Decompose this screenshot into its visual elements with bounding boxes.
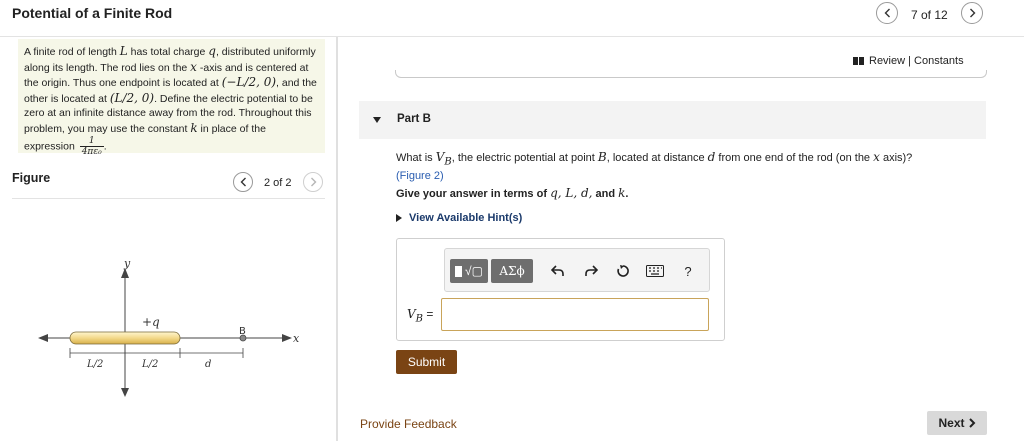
subscript-b: B	[415, 313, 424, 325]
chevron-right-icon	[310, 177, 316, 187]
x-axis-arrow-left	[38, 334, 48, 342]
figure-pager: 2 of 2	[264, 177, 292, 189]
templates-button[interactable]: √▢	[450, 259, 488, 283]
review-constants-link[interactable]: Review | Constants	[853, 55, 964, 67]
caret-down-icon	[373, 117, 381, 123]
math-vb: VB	[435, 150, 452, 168]
undo-icon	[551, 265, 564, 276]
math-x: x	[190, 59, 197, 74]
collapsed-panel-edge	[395, 70, 987, 78]
problem-text: A finite rod of length	[24, 46, 120, 58]
dim-d-label: d	[205, 359, 211, 370]
chevron-left-icon	[240, 177, 246, 187]
symbols-button[interactable]: ΑΣϕ	[491, 259, 533, 283]
template-box-icon	[455, 265, 463, 277]
figure-separator	[12, 198, 325, 199]
question-part: , the electric potential at point	[451, 152, 598, 164]
reset-icon	[617, 265, 629, 277]
reset-button[interactable]	[613, 261, 633, 281]
submit-button[interactable]: Submit	[396, 350, 457, 374]
pane-divider	[336, 37, 338, 441]
subscript-b: B	[444, 156, 452, 168]
book-icon	[853, 57, 864, 65]
rod-diagram: y x +q B L/2 L/2 d	[38, 257, 300, 397]
instructions-text: and	[592, 188, 619, 200]
figure-label: Figure	[12, 171, 51, 185]
problem-text: has total charge	[127, 46, 209, 58]
next-button[interactable]: Next	[927, 411, 987, 435]
instructions-text: .	[625, 188, 629, 200]
review-constants-label: Review | Constants	[869, 55, 964, 67]
x-axis-arrow-right	[282, 334, 292, 342]
math-endpoint-left: (−L/2, 0)	[221, 75, 277, 89]
question-part: What is	[396, 152, 436, 164]
top-bar: Potential of a Finite Rod 7 of 12	[0, 0, 1024, 37]
figure-prev-button[interactable]	[233, 172, 253, 192]
redo-icon	[585, 265, 598, 276]
chevron-right-icon	[969, 8, 975, 18]
question-part: axis)?	[879, 152, 913, 164]
question-part: from one end of the rod (on the	[715, 152, 874, 164]
question-text: What is VB, the electric potential at po…	[396, 150, 996, 183]
math-toolbar: √▢ ΑΣϕ ?	[444, 248, 710, 292]
instructions-text: Give your answer in terms of	[396, 188, 551, 200]
provide-feedback-link[interactable]: Provide Feedback	[360, 417, 457, 431]
keyboard-button[interactable]	[645, 261, 665, 281]
help-button[interactable]: ?	[678, 261, 698, 281]
math-k: k	[190, 120, 198, 135]
answer-panel: √▢ ΑΣϕ ? VB =	[396, 238, 725, 341]
charged-rod	[69, 331, 181, 345]
caret-right-icon	[396, 214, 402, 222]
vb-label: VB =	[407, 307, 433, 324]
part-label: Part B	[397, 113, 431, 125]
x-axis-label: x	[293, 332, 300, 345]
charge-label: +q	[142, 315, 160, 329]
math-B: B	[597, 150, 607, 164]
templates-label: √▢	[465, 264, 483, 278]
figure-next-button[interactable]	[303, 172, 323, 192]
prev-item-button[interactable]	[876, 2, 898, 24]
equals-sign: =	[423, 307, 434, 321]
math-L: L	[119, 44, 128, 58]
dim-right-label: L/2	[141, 359, 158, 370]
math-vars: q, L, d,	[550, 186, 593, 200]
part-b-header[interactable]: Part B	[359, 101, 986, 139]
math-q: q	[208, 44, 216, 58]
math-x: x	[873, 150, 880, 164]
point-b-label: B	[239, 326, 246, 337]
math-fraction: 1 4πε₀	[79, 136, 104, 157]
item-pager: 7 of 12	[911, 8, 948, 22]
chevron-left-icon	[884, 8, 890, 18]
hints-label: View Available Hint(s)	[409, 212, 523, 224]
dim-left-label: L/2	[86, 359, 103, 370]
figure-2-link[interactable]: (Figure 2)	[396, 170, 444, 182]
fraction-denominator: 4πε₀	[81, 147, 102, 157]
answer-instructions: Give your answer in terms of q, L, d, an…	[396, 186, 628, 200]
y-axis-label: y	[123, 257, 131, 270]
math-vb: VB	[407, 307, 424, 325]
page-title: Potential of a Finite Rod	[12, 5, 173, 21]
keyboard-icon	[646, 265, 664, 277]
next-item-button[interactable]	[961, 2, 983, 24]
problem-text: .	[103, 140, 107, 153]
math-endpoint-right: (L/2, 0)	[109, 90, 155, 105]
question-part: , located at distance	[606, 152, 708, 164]
fraction-numerator: 1	[79, 136, 104, 147]
redo-button[interactable]	[581, 261, 601, 281]
next-label: Next	[938, 416, 965, 430]
undo-button[interactable]	[548, 261, 568, 281]
y-axis-arrow-down	[121, 388, 129, 397]
vb-answer-input[interactable]	[441, 298, 709, 331]
view-hints-toggle[interactable]: View Available Hint(s)	[396, 212, 522, 224]
problem-statement: A finite rod of length L has total charg…	[18, 39, 325, 157]
chevron-right-icon	[968, 418, 975, 428]
